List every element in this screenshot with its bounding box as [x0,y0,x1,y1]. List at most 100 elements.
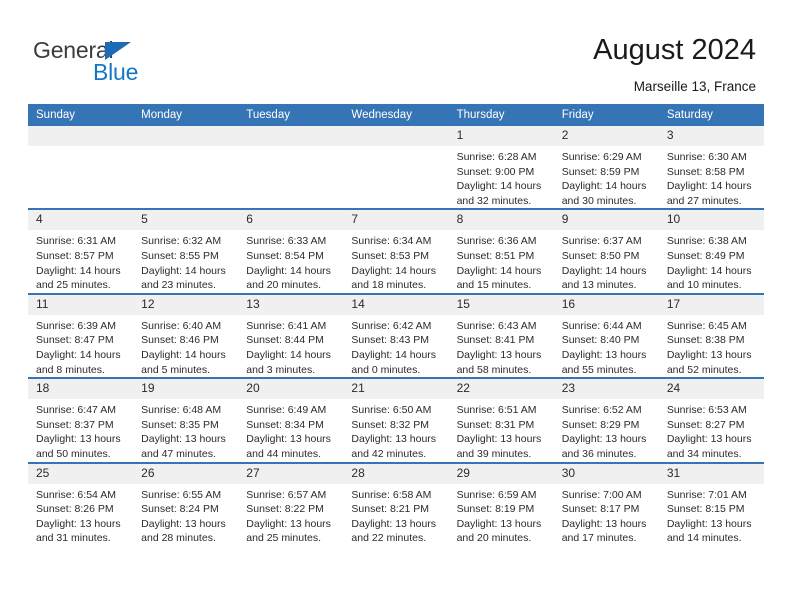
daylight-duration-line1: Daylight: 14 hours [141,348,226,361]
calendar-day-info: Sunrise: 6:28 AM Sunset: 9:00 PM Daylight:… [449,146,554,208]
calendar-day-info: Sunrise: 6:58 AM Sunset: 8:21 PM Daylight:… [343,484,448,546]
sunrise-time: Sunrise: 6:53 AM [666,404,747,417]
calendar-day-cell[interactable]: 22 Sunrise: 6:51 AM Sunset: 8:31 PM Dayligh… [448,377,554,463]
daylight-duration-line1: Daylight: 13 hours [456,348,542,361]
calendar-week-row: 1 Sunrise: 6:28 AM Sunset: 9:00 PM Daylight… [28,126,764,210]
calendar-day-cell[interactable]: 10 Sunrise: 6:38 AM Sunset: 8:49 PM Dayligh… [658,208,764,294]
calendar-day-info: Sunrise: 7:00 AM Sunset: 8:17 PM Daylight:… [554,484,659,546]
calendar-day-cell[interactable]: 4 Sunrise: 6:31 AM Sunset: 8:57 PM Daylight… [28,208,134,294]
daylight-duration-line2: and 28 minutes. [141,532,216,545]
daylight-duration-line1: Daylight: 13 hours [246,517,331,530]
calendar-day-cell-empty [238,126,344,210]
sunrise-time: Sunrise: 6:30 AM [666,151,747,163]
sunrise-time: Sunrise: 6:50 AM [351,404,432,417]
daylight-duration-line2: and 47 minutes. [141,447,216,460]
calendar-page: General Blue August 2024 Marseille 13, F… [0,0,792,612]
general-blue-logo[interactable]: General Blue [33,38,233,90]
calendar-day-cell[interactable]: 18 Sunrise: 6:47 AM Sunset: 8:37 PM Dayligh… [28,377,134,463]
calendar-day-info: Sunrise: 6:54 AM Sunset: 8:26 PM Daylight:… [28,484,133,546]
sunrise-time: Sunrise: 6:29 AM [561,151,642,163]
calendar-day-number: 12 [133,294,239,315]
calendar-day-cell[interactable]: 23 Sunrise: 6:52 AM Sunset: 8:29 PM Dayligh… [553,377,659,463]
calendar-day-number: 15 [448,294,554,315]
calendar-day-cell[interactable]: 16 Sunrise: 6:44 AM Sunset: 8:40 PM Dayligh… [553,292,659,379]
sunset-time: Sunset: 8:34 PM [246,418,324,431]
calendar-day-cell[interactable]: 6 Sunrise: 6:33 AM Sunset: 8:54 PM Daylight… [238,208,344,294]
calendar-day-number: 25 [28,463,134,484]
logo-text-blue: Blue [93,59,139,85]
sunrise-time: Sunrise: 6:40 AM [141,319,222,332]
calendar-day-info: Sunrise: 7:01 AM Sunset: 8:15 PM Daylight:… [659,484,764,546]
sunset-time: Sunset: 8:57 PM [36,249,114,262]
calendar-day-cell[interactable]: 15 Sunrise: 6:43 AM Sunset: 8:41 PM Dayligh… [448,292,554,379]
sunset-time: Sunset: 8:55 PM [141,249,219,262]
calendar-day-cell[interactable]: 29 Sunrise: 6:59 AM Sunset: 8:19 PM Dayligh… [448,461,554,546]
calendar-day-cell[interactable]: 17 Sunrise: 6:45 AM Sunset: 8:38 PM Dayligh… [658,292,764,379]
sunset-time: Sunset: 8:54 PM [246,249,324,262]
calendar-day-cell[interactable]: 11 Sunrise: 6:39 AM Sunset: 8:47 PM Dayligh… [28,292,134,379]
sunset-time: Sunset: 8:26 PM [36,503,114,516]
calendar-day-cell-empty [133,126,239,210]
sunset-time: Sunset: 8:43 PM [351,334,430,347]
calendar-day-info: Sunrise: 6:39 AM Sunset: 8:47 PM Daylight:… [28,315,133,377]
calendar-day-cell[interactable]: 14 Sunrise: 6:42 AM Sunset: 8:43 PM Dayligh… [343,292,449,379]
daylight-duration-line2: and 25 minutes. [246,532,321,545]
calendar-day-info: Sunrise: 6:42 AM Sunset: 8:43 PM Daylight:… [343,315,448,377]
calendar-day-cell[interactable]: 2 Sunrise: 6:29 AM Sunset: 8:59 PM Daylight… [553,126,659,210]
calendar-day-number: 14 [343,294,449,315]
calendar-day-cell[interactable]: 25 Sunrise: 6:54 AM Sunset: 8:26 PM Dayligh… [28,461,134,546]
calendar-day-cell[interactable]: 8 Sunrise: 6:36 AM Sunset: 8:51 PM Daylight… [448,208,554,294]
calendar-day-info: Sunrise: 6:55 AM Sunset: 8:24 PM Daylight:… [133,484,238,546]
daylight-duration-line2: and 58 minutes. [456,363,532,376]
calendar-day-number: 8 [448,210,554,231]
calendar-day-number: 2 [553,126,659,146]
calendar-day-cell[interactable]: 20 Sunrise: 6:49 AM Sunset: 8:34 PM Dayligh… [238,377,344,463]
daylight-duration-line2: and 23 minutes. [141,279,216,292]
calendar-day-cell[interactable]: 1 Sunrise: 6:28 AM Sunset: 9:00 PM Daylight… [448,126,554,210]
daylight-duration-line1: Daylight: 13 hours [36,433,121,446]
sunset-time: Sunset: 8:29 PM [561,418,640,431]
sunrise-time: Sunrise: 6:39 AM [36,319,116,332]
sunrise-time: Sunrise: 6:47 AM [36,404,116,417]
daylight-duration-line2: and 8 minutes. [36,363,105,376]
daylight-duration-line2: and 14 minutes. [666,532,742,545]
logo-triangle-icon [105,42,131,60]
sunrise-time: Sunrise: 6:52 AM [561,404,642,417]
calendar-day-cell[interactable]: 21 Sunrise: 6:50 AM Sunset: 8:32 PM Dayligh… [343,377,449,463]
sunrise-time: Sunrise: 7:01 AM [666,488,747,501]
calendar-day-info: Sunrise: 6:47 AM Sunset: 8:37 PM Daylight:… [28,399,133,461]
calendar-day-cell[interactable]: 31 Sunrise: 7:01 AM Sunset: 8:15 PM Dayligh… [658,461,764,546]
calendar-day-cell[interactable]: 13 Sunrise: 6:41 AM Sunset: 8:44 PM Dayligh… [238,292,344,379]
calendar-day-number: 30 [553,463,659,484]
daylight-duration-line1: Daylight: 13 hours [561,433,647,446]
calendar-day-cell[interactable]: 28 Sunrise: 6:58 AM Sunset: 8:21 PM Dayligh… [343,461,449,546]
daylight-duration-line2: and 17 minutes. [561,532,637,545]
daylight-duration-line2: and 25 minutes. [36,279,111,292]
calendar-day-cell[interactable]: 12 Sunrise: 6:40 AM Sunset: 8:46 PM Dayligh… [133,292,239,379]
calendar-day-number: 28 [343,463,449,484]
calendar-day-info: Sunrise: 6:48 AM Sunset: 8:35 PM Daylight:… [133,399,238,461]
daylight-duration-line2: and 36 minutes. [561,447,637,460]
daylight-duration-line1: Daylight: 14 hours [351,264,437,277]
calendar-day-cell[interactable]: 27 Sunrise: 6:57 AM Sunset: 8:22 PM Dayligh… [238,461,344,546]
calendar-day-info: Sunrise: 6:51 AM Sunset: 8:31 PM Daylight:… [449,399,554,461]
daylight-duration-line2: and 42 minutes. [351,447,427,460]
calendar-day-cell[interactable]: 26 Sunrise: 6:55 AM Sunset: 8:24 PM Dayligh… [133,461,239,546]
daylight-duration-line2: and 50 minutes. [36,447,111,460]
calendar-day-cell[interactable]: 24 Sunrise: 6:53 AM Sunset: 8:27 PM Dayligh… [658,377,764,463]
calendar-day-cell[interactable]: 5 Sunrise: 6:32 AM Sunset: 8:55 PM Daylight… [133,208,239,294]
calendar-day-cell[interactable]: 7 Sunrise: 6:34 AM Sunset: 8:53 PM Daylight… [343,208,449,294]
calendar-day-number: 26 [133,463,239,484]
calendar-day-cell[interactable]: 19 Sunrise: 6:48 AM Sunset: 8:35 PM Dayligh… [133,377,239,463]
sunset-time: Sunset: 8:38 PM [666,334,745,347]
daylight-duration-line2: and 44 minutes. [246,447,321,460]
calendar-day-cell[interactable]: 3 Sunrise: 6:30 AM Sunset: 8:58 PM Daylight… [658,126,764,210]
daylight-duration-line1: Daylight: 14 hours [666,180,752,193]
calendar-day-cell[interactable]: 30 Sunrise: 7:00 AM Sunset: 8:17 PM Dayligh… [553,461,659,546]
sunrise-time: Sunrise: 6:38 AM [666,235,747,248]
sunrise-time: Sunrise: 6:55 AM [141,488,222,501]
daylight-duration-line1: Daylight: 13 hours [561,517,647,530]
calendar-day-cell[interactable]: 9 Sunrise: 6:37 AM Sunset: 8:50 PM Daylight… [553,208,659,294]
calendar-day-number: 20 [238,379,344,400]
daylight-duration-line2: and 10 minutes. [666,279,742,292]
